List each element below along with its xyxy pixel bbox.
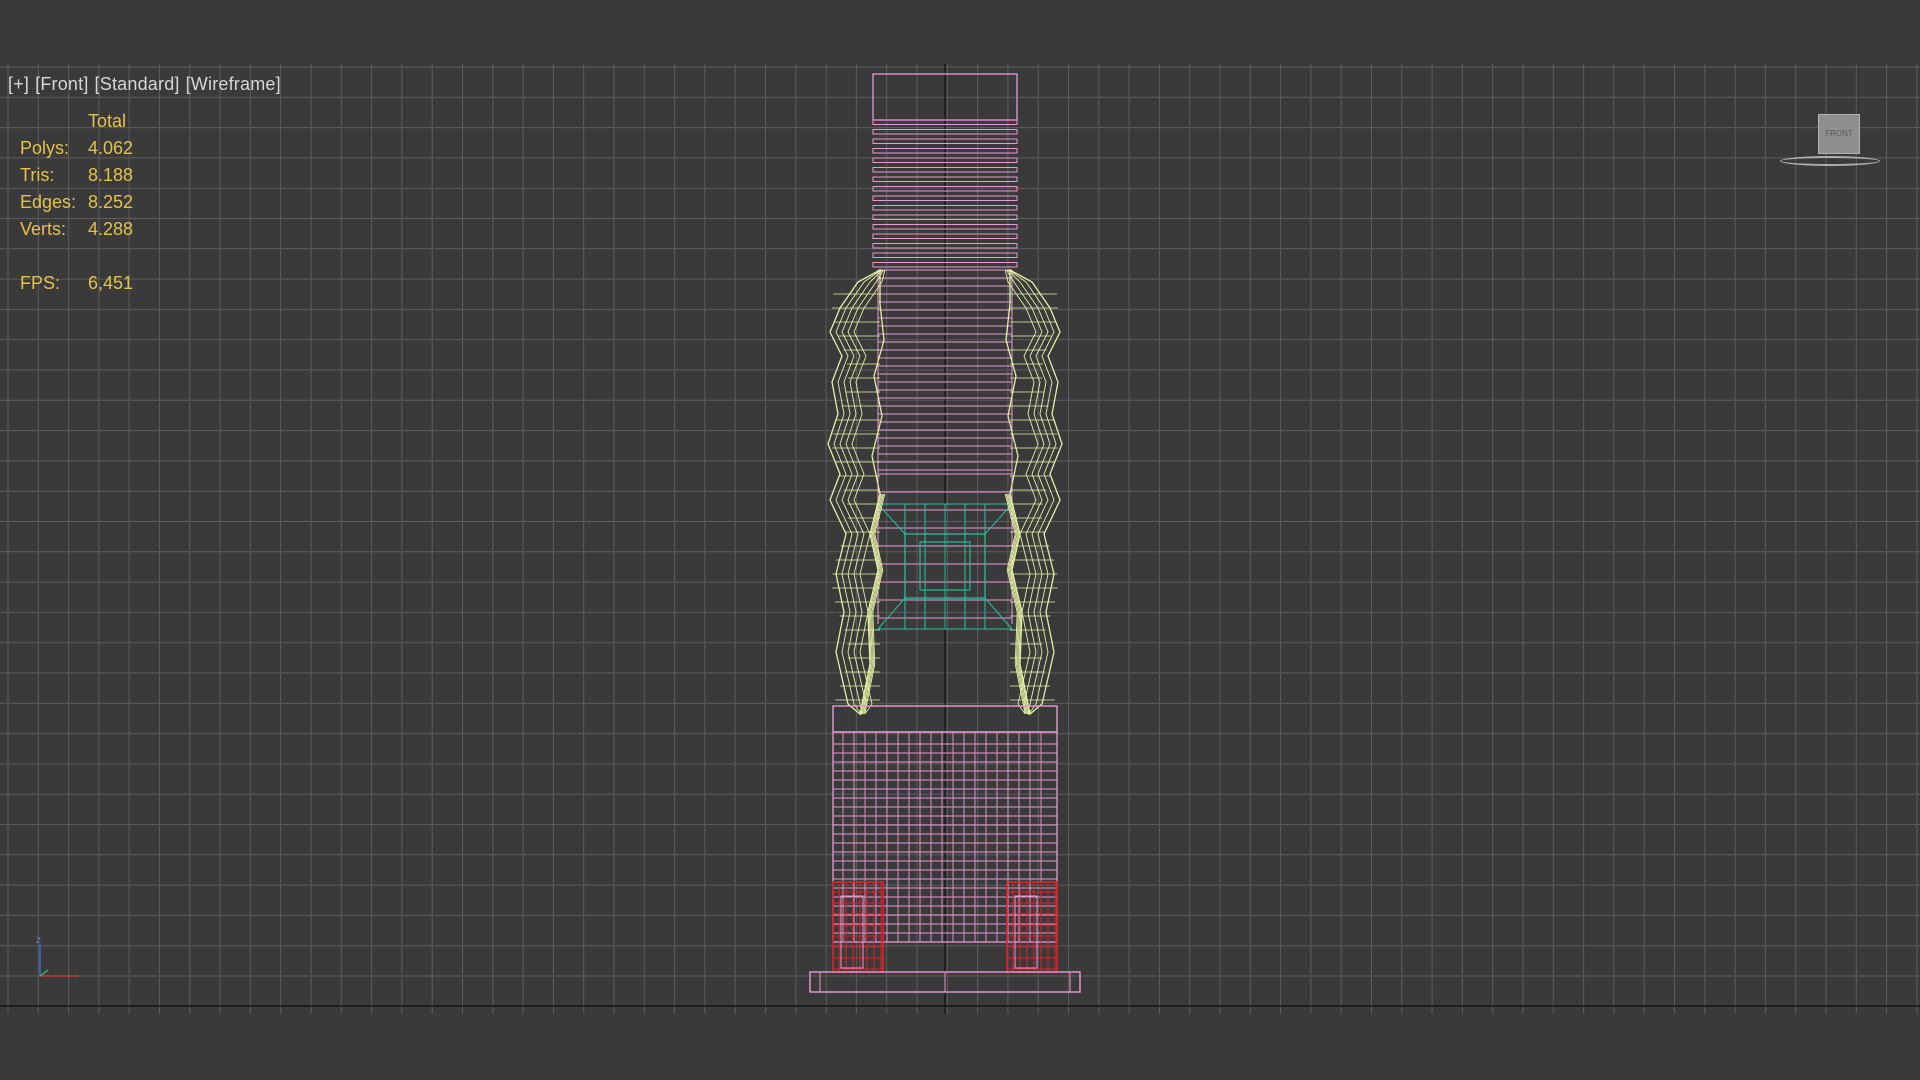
stats-header: Total (88, 111, 127, 131)
stat-value: 8.252 (88, 192, 134, 212)
viewport-bottom-margin (0, 1014, 1920, 1080)
inner-frame-diag (877, 503, 906, 535)
front-viewport[interactable]: [+] [Front] [Standard] [Wireframe] Total… (0, 64, 1920, 1014)
viewport-label-menu[interactable]: [+] [Front] [Standard] [Wireframe] (8, 74, 281, 95)
viewcube-icon[interactable]: FRONT (1780, 114, 1880, 184)
stat-key: Edges: (20, 192, 77, 212)
inner-frame-diag (877, 597, 906, 630)
stat-value: 6,451 (88, 273, 134, 293)
viewport-shading-standard-menu[interactable]: [Standard] (95, 74, 180, 95)
stat-value: 8.188 (88, 165, 134, 185)
stat-row-tris: Tris: 8.188 (20, 162, 133, 189)
stat-key: Verts: (20, 219, 67, 239)
viewport-general-menu[interactable]: [+] (8, 74, 29, 95)
stat-row-fps: FPS: 6,451 (20, 270, 133, 297)
stat-key: Polys: (20, 138, 70, 158)
stat-key: FPS: (20, 273, 61, 293)
viewcube-compass-ring[interactable] (1780, 156, 1880, 166)
svg-text:z: z (36, 935, 41, 946)
axis-tripod-icon: z (36, 935, 78, 977)
wireframe-scene[interactable] (0, 64, 1920, 1014)
stat-value: 4.062 (88, 138, 134, 158)
viewport-pov-menu[interactable]: [Front] (35, 74, 88, 95)
viewport-display-mode-menu[interactable]: [Wireframe] (186, 74, 281, 95)
stat-key: Tris: (20, 165, 55, 185)
stat-row-verts: Verts: 4.288 (20, 216, 133, 243)
stat-row-edges: Edges: 8.252 (20, 189, 133, 216)
stat-row-polys: Polys: 4.062 (20, 135, 133, 162)
stat-value: 4.288 (88, 219, 134, 239)
statistics-overlay: Total Polys: 4.062 Tris: 8.188 Edges: 8.… (20, 108, 133, 297)
viewcube-front-face[interactable]: FRONT (1818, 114, 1860, 154)
